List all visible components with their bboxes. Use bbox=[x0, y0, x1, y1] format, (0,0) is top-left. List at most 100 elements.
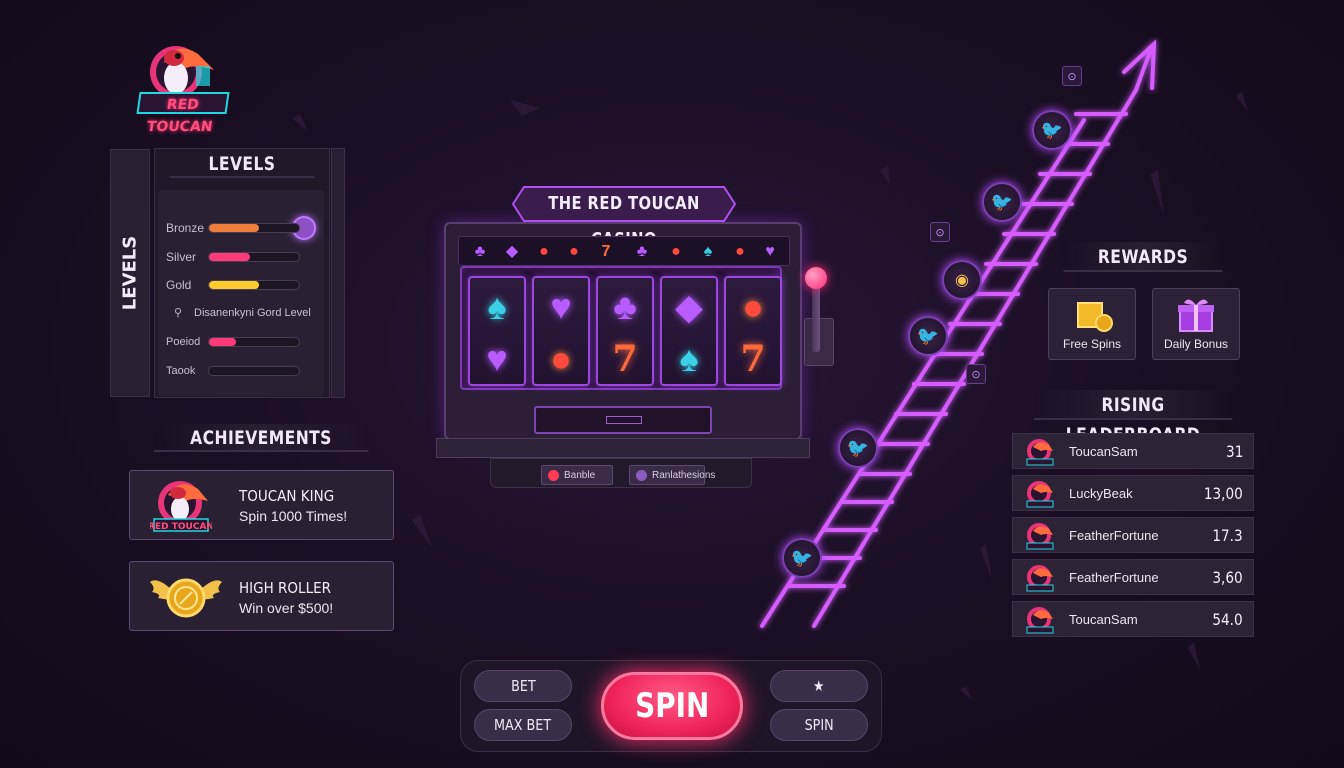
reward-free-spins[interactable]: Free Spins bbox=[1048, 288, 1136, 360]
spade-symbol: ♠ bbox=[679, 338, 699, 379]
leaderboard-name: FeatherFortune bbox=[1069, 528, 1159, 543]
purple-dot-icon bbox=[636, 470, 647, 481]
toucan-avatar-icon bbox=[1026, 439, 1054, 466]
tomato-symbol: ● bbox=[550, 338, 572, 379]
leaderboard-row[interactable]: ToucanSam 31 bbox=[1012, 433, 1254, 469]
level-label: Silver bbox=[166, 250, 197, 264]
ladder-avatar[interactable]: 🐦 bbox=[908, 316, 948, 356]
mini-symbol: ◆ bbox=[505, 243, 519, 260]
ladder-avatar[interactable]: 🐦 bbox=[782, 538, 822, 578]
mini-symbol: ♠ bbox=[703, 243, 713, 260]
leaderboard-row[interactable]: LuckyBeak 13,00 bbox=[1012, 475, 1254, 511]
levels-scrollbar[interactable] bbox=[331, 148, 345, 398]
ladder-avatar[interactable]: 🐦 bbox=[982, 182, 1022, 222]
max-bet-button[interactable]: MAX BET bbox=[474, 709, 572, 741]
achievements-title: ACHIEVEMENTS bbox=[153, 424, 369, 452]
lock-icon: ⊙ bbox=[1062, 66, 1082, 86]
toucan-icon: RED TOUCAN bbox=[150, 481, 212, 532]
ladder-avatar[interactable]: 🐦 bbox=[1032, 110, 1072, 150]
diamond-symbol: ◆ bbox=[675, 286, 703, 327]
lock-icon: ⊙ bbox=[930, 222, 950, 242]
spin-button-label: SPIN bbox=[634, 686, 710, 726]
favorite-button[interactable]: ★ bbox=[770, 670, 868, 702]
coin-slot bbox=[534, 406, 712, 434]
achievement-name: HIGH ROLLER bbox=[239, 579, 331, 597]
heart-symbol: ♥ bbox=[486, 338, 508, 379]
reward-label: Daily Bonus bbox=[1163, 337, 1229, 351]
star-icon: ★ bbox=[813, 677, 825, 695]
level-row-bronze: Bronze bbox=[158, 220, 318, 236]
level-progress-track bbox=[208, 252, 300, 262]
toucan-icon: 🐦 bbox=[916, 325, 940, 346]
slot-foot-panel: Banble Ranlathesions bbox=[490, 458, 752, 488]
foot-button-label: Ranlathesions bbox=[652, 470, 716, 481]
logo-text: RED TOUCAN bbox=[136, 92, 230, 135]
reel: ◆ ♠ bbox=[660, 276, 718, 386]
reward-daily-bonus[interactable]: Daily Bonus bbox=[1152, 288, 1240, 360]
leaderboard-row[interactable]: ToucanSam 54.0 bbox=[1012, 601, 1254, 637]
level-label: Bronze bbox=[166, 221, 205, 235]
reward-label: Free Spins bbox=[1062, 337, 1122, 351]
spin-button[interactable]: SPIN bbox=[601, 672, 743, 740]
toucan-icon: 🐦 bbox=[1040, 119, 1064, 140]
level-progress-fill bbox=[209, 253, 250, 261]
toucan-icon: 🐦 bbox=[990, 191, 1014, 212]
max-bet-button-label: MAX BET bbox=[494, 716, 552, 734]
level-progress-track bbox=[208, 337, 300, 347]
foot-button-banble[interactable]: Banble bbox=[541, 465, 613, 485]
casino-title: THE RED TOUCAN CASINO bbox=[548, 193, 700, 250]
level-row-taook: Taook bbox=[158, 363, 318, 379]
svg-text:RED TOUCAN: RED TOUCAN bbox=[150, 522, 212, 532]
leaderboard-row[interactable]: FeatherFortune 3,60 bbox=[1012, 559, 1254, 595]
club-symbol: ♣ bbox=[613, 286, 637, 327]
level-progress-track bbox=[208, 223, 300, 233]
leaderboard-name: LuckyBeak bbox=[1069, 486, 1133, 501]
level-label: Disanenkyni Gord Level bbox=[194, 307, 311, 319]
level-row-custom: ⚲ Disanenkyni Gord Level bbox=[158, 305, 328, 321]
level-label: Gold bbox=[166, 278, 192, 292]
mini-symbol: ● bbox=[569, 243, 579, 260]
mini-symbol: 7 bbox=[601, 243, 611, 260]
red-dot-icon bbox=[548, 470, 559, 481]
gold-box-icon bbox=[1049, 295, 1135, 335]
auto-spin-button-label: SPIN bbox=[804, 716, 834, 734]
leaderboard-name: FeatherFortune bbox=[1069, 570, 1159, 585]
mini-symbol: ♣ bbox=[474, 243, 486, 260]
level-row-silver: Silver bbox=[158, 249, 318, 265]
achievement-card-high-roller[interactable]: HIGH ROLLER Win over $500! bbox=[129, 561, 394, 631]
coins-icon: ◉ bbox=[955, 272, 969, 289]
gift-box-icon bbox=[1153, 295, 1239, 335]
leaderboard-row[interactable]: FeatherFortune 17.3 bbox=[1012, 517, 1254, 553]
red-toucan-logo: RED TOUCAN bbox=[136, 32, 230, 135]
heart-symbol: ♥ bbox=[550, 286, 572, 327]
mini-symbol: ● bbox=[539, 243, 549, 260]
ladder-avatar[interactable]: 🐦 bbox=[838, 428, 878, 468]
level-progress-fill bbox=[209, 281, 259, 289]
leaderboard-title: RISING LEADERBOARD bbox=[1033, 390, 1233, 446]
levels-side-tab[interactable]: LEVELS bbox=[110, 149, 150, 397]
foot-button-label: Banble bbox=[564, 470, 596, 481]
toucan-avatar-icon bbox=[1026, 607, 1054, 634]
level-label: Poeiod bbox=[166, 336, 201, 348]
bet-button-label: BET bbox=[510, 677, 536, 695]
toucan-avatar-icon bbox=[1026, 523, 1054, 550]
leaderboard-score: 54.0 bbox=[1212, 610, 1243, 629]
level-progress-fill bbox=[209, 224, 259, 232]
achievement-desc: Spin 1000 Times! bbox=[239, 508, 348, 524]
ladder-reward-coins[interactable]: ◉ bbox=[942, 260, 982, 300]
toucan-avatar-icon bbox=[1026, 565, 1054, 592]
coin-slot-opening bbox=[606, 416, 642, 424]
leaderboard-name: ToucanSam bbox=[1069, 612, 1138, 627]
reel: ♠ ♥ bbox=[468, 276, 526, 386]
achievement-name: TOUCAN KING bbox=[239, 487, 335, 505]
lock-icon: ⊙ bbox=[966, 364, 986, 384]
mini-symbol: ♣ bbox=[636, 243, 648, 260]
foot-button-ranlathesions[interactable]: Ranlathesions bbox=[629, 465, 715, 485]
reel: ♣ 7 bbox=[596, 276, 654, 386]
leaderboard-score: 13,00 bbox=[1204, 484, 1243, 503]
achievement-card-toucan-king[interactable]: RED TOUCAN TOUCAN KING Spin 1000 Times! bbox=[129, 470, 394, 540]
level-progress-track bbox=[208, 280, 300, 290]
pin-icon: ⚲ bbox=[174, 307, 183, 319]
bet-button[interactable]: BET bbox=[474, 670, 572, 702]
auto-spin-button[interactable]: SPIN bbox=[770, 709, 868, 741]
